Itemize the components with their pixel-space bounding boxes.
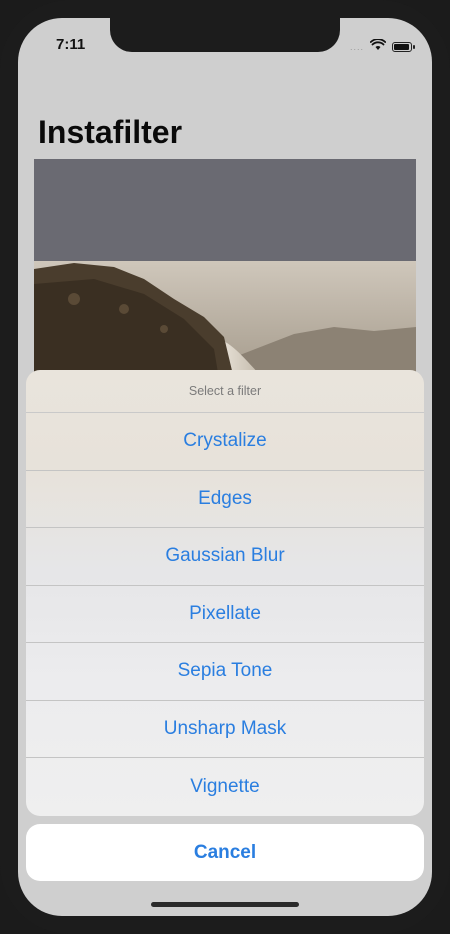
filter-option-unsharp-mask[interactable]: Unsharp Mask [26,701,424,758]
filtered-image[interactable] [34,159,416,379]
action-sheet-title: Select a filter [26,370,424,413]
waterfall-photo [34,159,416,379]
filter-option-sepia-tone[interactable]: Sepia Tone [26,643,424,701]
status-time: 7:11 [56,36,86,53]
filter-option-edges[interactable]: Edges [26,471,424,528]
notch [110,18,340,52]
screen: 7:11 .... Instafilter Select a filter Cr… [18,18,432,916]
filter-option-pixellate[interactable]: Pixellate [26,586,424,643]
battery-icon [392,42,415,52]
page-title: Instafilter [38,114,183,150]
filter-option-vignette[interactable]: Vignette [26,758,424,816]
status-icons: .... [349,38,415,56]
filter-action-sheet: Select a filter Crystalize Edges Gaussia… [26,370,424,816]
wifi-icon [369,38,387,56]
signal-dots: .... [349,42,364,52]
filter-option-crystalize[interactable]: Crystalize [26,413,424,471]
cancel-button[interactable]: Cancel [26,824,424,881]
home-indicator[interactable] [151,902,299,907]
filter-option-gaussian-blur[interactable]: Gaussian Blur [26,528,424,586]
device-frame: 7:11 .... Instafilter Select a filter Cr… [0,0,450,934]
